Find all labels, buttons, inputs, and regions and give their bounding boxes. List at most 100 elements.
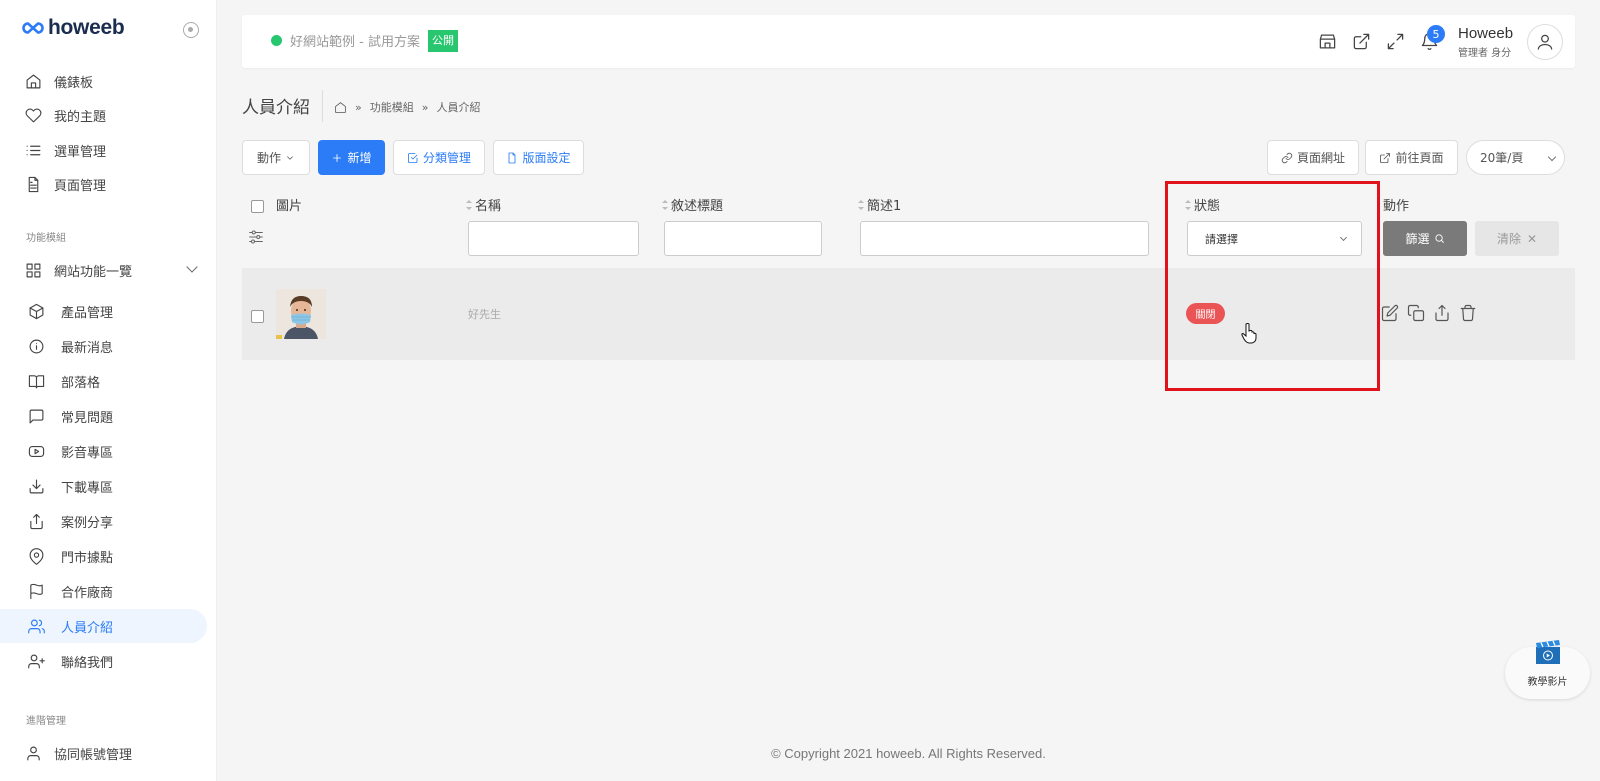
sidebar-item-blog[interactable]: 部落格 (0, 364, 207, 398)
layout-settings-button[interactable]: 版面設定 (493, 140, 584, 175)
sidebar-item-label: 產品管理 (61, 305, 114, 321)
external-link-icon[interactable] (1352, 32, 1372, 52)
per-page-value: 20筆/頁 (1480, 151, 1524, 165)
summary-filter-input[interactable] (860, 221, 1149, 256)
breadcrumb-item[interactable]: 功能模組 (370, 99, 414, 115)
column-header-desc-title[interactable]: 敘述標題 (662, 195, 723, 214)
copy-icon[interactable] (1407, 304, 1427, 324)
top-bar: 好網站範例 - 試用方案 公開 5 Howeeb 管理者 身分 (242, 15, 1575, 68)
tutorial-video-button[interactable]: 教學影片 (1505, 637, 1590, 699)
sidebar-item-my-theme[interactable]: 我的主題 (0, 98, 207, 132)
site-name: 好網站範例 - 試用方案 (290, 35, 420, 50)
avatar[interactable] (1527, 24, 1563, 60)
flag-icon (27, 582, 45, 600)
sidebar-item-label: 儀錶板 (54, 75, 94, 91)
user-plus-icon (27, 652, 45, 670)
sidebar-item-collab-accounts[interactable]: 協同帳號管理 (0, 736, 207, 770)
sidebar-item-video[interactable]: 影音專區 (0, 434, 207, 468)
chevron-down-icon (287, 155, 293, 160)
layout-label: 版面設定 (522, 151, 571, 165)
sidebar-item-label: 影音專區 (61, 445, 114, 461)
sidebar-item-label: 常見問題 (61, 410, 114, 426)
edit-icon[interactable] (1381, 304, 1401, 324)
sidebar-item-label: 案例分享 (61, 515, 114, 531)
sidebar-item-cases[interactable]: 案例分享 (0, 504, 207, 538)
sidebar-item-download[interactable]: 下載專區 (0, 469, 207, 503)
sidebar-item-stores[interactable]: 門市據點 (0, 539, 207, 573)
category-label: 分類管理 (422, 151, 471, 165)
home-icon[interactable] (334, 101, 347, 114)
sidebar-item-site-functions[interactable]: 網站功能一覽 (0, 253, 207, 287)
sidebar-item-partners[interactable]: 合作廠商 (0, 574, 207, 608)
sidebar-item-label: 最新消息 (61, 340, 114, 356)
column-label: 敘述標題 (671, 199, 724, 214)
upload-icon[interactable] (1433, 304, 1453, 324)
sidebar-item-label: 部落格 (61, 375, 101, 391)
sidebar-item-dashboard[interactable]: 儀錶板 (0, 64, 207, 98)
user-name[interactable]: Howeeb (1458, 25, 1513, 42)
breadcrumb-item: 人員介紹 (436, 101, 481, 114)
select-all-checkbox[interactable] (251, 200, 264, 213)
column-settings-icon[interactable] (247, 228, 265, 246)
close-icon: ✕ (1526, 231, 1538, 246)
staff-photo[interactable] (276, 289, 326, 339)
desc-title-filter-input[interactable] (664, 221, 822, 256)
sidebar-item-label: 我的主題 (54, 109, 107, 125)
list-icon (24, 141, 42, 159)
sidebar-item-faq[interactable]: 常見問題 (0, 399, 207, 433)
per-page-select[interactable]: 20筆/頁 (1466, 140, 1565, 175)
tutorial-video-label: 教學影片 (1527, 677, 1568, 688)
search-icon (1434, 234, 1444, 243)
goto-page-label: 前往頁面 (1395, 151, 1444, 165)
user-avatar-icon (1537, 34, 1553, 50)
breadcrumb: » 功能模組 » 人員介紹 (334, 99, 480, 115)
column-header-summary[interactable]: 簡述1 (858, 195, 901, 214)
info-icon (27, 337, 45, 355)
sidebar-item-label: 網站功能一覽 (54, 264, 133, 280)
column-header-name[interactable]: 名稱 (466, 195, 501, 214)
link-icon (1281, 152, 1293, 163)
sidebar-item-page-management[interactable]: 頁面管理 (0, 167, 207, 201)
page-url-label: 頁面網址 (1296, 151, 1345, 165)
sidebar-item-news[interactable]: 最新消息 (0, 329, 207, 363)
sidebar-item-label: 頁面管理 (54, 178, 107, 194)
logo-infinity-icon (22, 22, 44, 34)
sort-icon (466, 199, 472, 210)
sort-icon (662, 199, 668, 210)
page-url-button[interactable]: 頁面網址 (1267, 140, 1359, 175)
download-icon (27, 477, 45, 495)
row-checkbox[interactable] (251, 310, 264, 323)
sidebar-collapse-icon[interactable] (183, 22, 199, 38)
chevron-down-icon (1547, 152, 1557, 162)
sidebar-item-staff[interactable]: 人員介紹 (0, 609, 207, 643)
clapperboard-icon (1536, 640, 1560, 664)
sidebar-item-contact[interactable]: 聯絡我們 (0, 644, 207, 678)
logo[interactable]: howeeb (22, 16, 125, 40)
add-button[interactable]: 新增 (318, 140, 385, 175)
name-filter-input[interactable] (468, 221, 639, 256)
action-dropdown-button[interactable]: 動作 (242, 140, 310, 175)
hand-cursor-icon (1241, 323, 1257, 344)
store-icon[interactable] (1318, 32, 1338, 52)
section-label-modules: 功能模組 (26, 233, 66, 244)
sidebar-item-products[interactable]: 產品管理 (0, 294, 207, 328)
sidebar-item-menu-management[interactable]: 選單管理 (0, 133, 207, 167)
goto-page-button[interactable]: 前往頁面 (1365, 140, 1458, 175)
column-label: 動作 (1383, 199, 1410, 214)
column-label: 名稱 (475, 199, 502, 214)
grid-icon (24, 261, 42, 279)
clear-button[interactable]: 清除 ✕ (1475, 221, 1559, 256)
sidebar-item-label: 聯絡我們 (61, 655, 114, 671)
users-icon (27, 617, 45, 635)
book-icon (27, 372, 45, 390)
public-badge: 公開 (428, 30, 458, 52)
home-icon (24, 72, 42, 90)
user-role: 管理者 身分 (1458, 48, 1512, 59)
fullscreen-icon[interactable] (1386, 32, 1406, 52)
trash-icon[interactable] (1459, 304, 1479, 324)
page-title: 人員介紹 (242, 98, 310, 118)
category-management-button[interactable]: 分類管理 (393, 140, 485, 175)
highlight-box (1165, 181, 1380, 391)
filter-button[interactable]: 篩選 (1383, 221, 1467, 256)
sidebar: howeeb 儀錶板 我的主題 選單管理 頁面管理 功能模組 網站功能一覽 產品… (0, 0, 217, 781)
